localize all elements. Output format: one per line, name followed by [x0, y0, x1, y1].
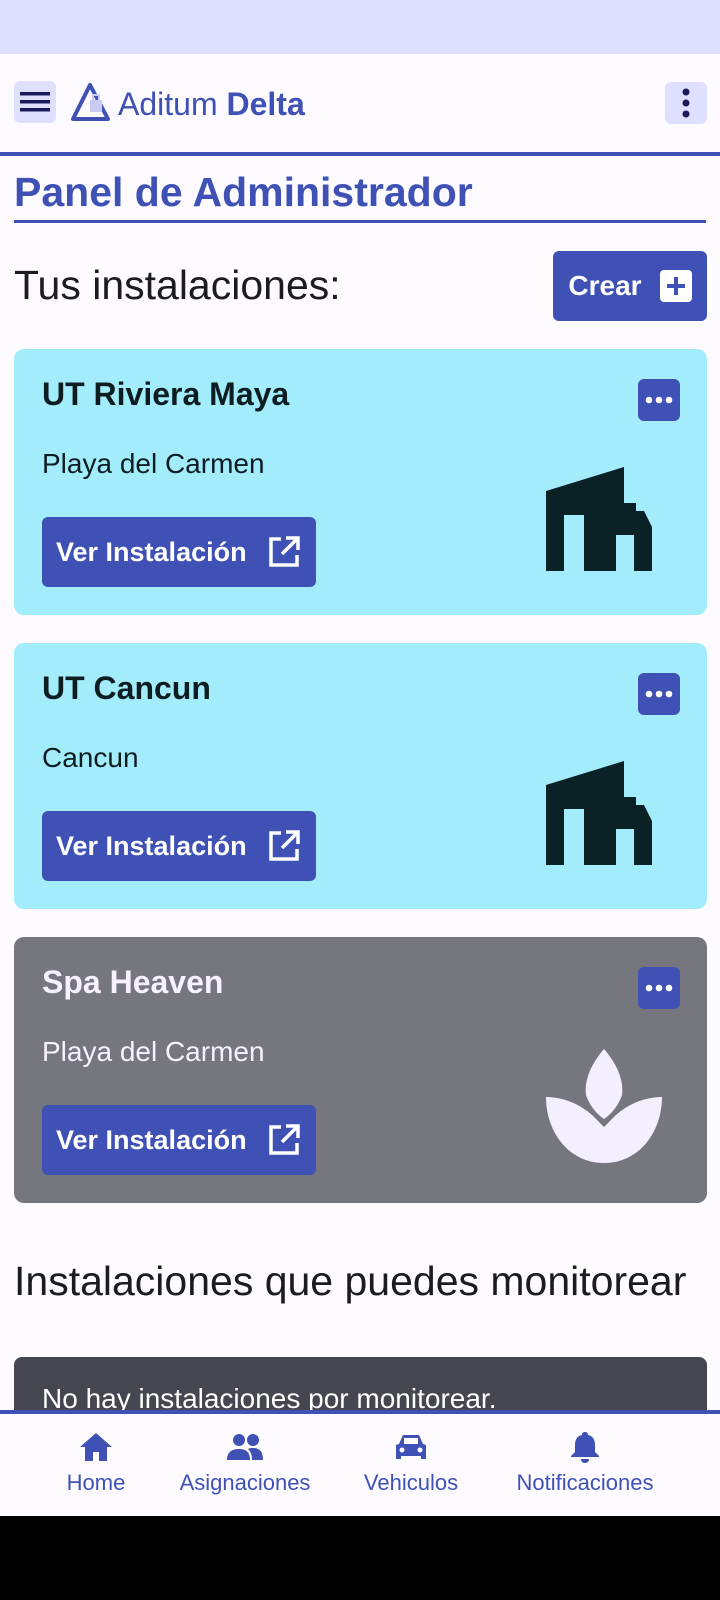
- car-icon: [396, 1435, 426, 1459]
- installation-card: UT Riviera Maya Playa del Carmen Ver Ins…: [14, 349, 707, 615]
- app-bar: Aditum Delta: [0, 54, 720, 152]
- nav-home-label: Home: [66, 1470, 126, 1495]
- installation-options-button[interactable]: [638, 967, 680, 1009]
- installation-options-button[interactable]: [638, 673, 680, 715]
- view-installation-button[interactable]: Ver Instalación: [42, 517, 316, 587]
- hamburger-menu-button[interactable]: [14, 81, 56, 123]
- nav-home[interactable]: Home: [65, 1430, 127, 1496]
- installation-options-button[interactable]: [638, 379, 680, 421]
- view-installation-button[interactable]: Ver Instalación: [42, 811, 316, 881]
- nav-vehiculos-label: Vehiculos: [363, 1470, 459, 1495]
- header-divider: [0, 152, 720, 156]
- nav-notificaciones[interactable]: Notificaciones: [513, 1430, 657, 1496]
- nav-vehiculos[interactable]: Vehiculos: [363, 1430, 459, 1496]
- installation-card: Spa Heaven Playa del Carmen Ver Instalac…: [14, 937, 707, 1203]
- view-installation-label: Ver Instalación: [56, 830, 247, 861]
- open-in-new-icon: [268, 536, 300, 567]
- create-installation-button[interactable]: Crear: [553, 251, 707, 321]
- nav-asignaciones-label: Asignaciones: [179, 1470, 311, 1495]
- create-button-label: Crear: [568, 270, 642, 301]
- plus-icon: [659, 270, 692, 302]
- more-horizontal-icon: [645, 984, 673, 992]
- more-horizontal-icon: [645, 690, 673, 698]
- installation-city: Cancun: [42, 742, 139, 773]
- installation-name: Spa Heaven: [42, 964, 224, 1000]
- overflow-menu-button[interactable]: [665, 82, 707, 124]
- installations-heading: Tus instalaciones:: [14, 262, 341, 308]
- nav-asignaciones[interactable]: Asignaciones: [178, 1430, 312, 1496]
- open-in-new-icon: [268, 1124, 300, 1155]
- spa-lotus-icon: [546, 1049, 662, 1163]
- open-in-new-icon: [268, 830, 300, 861]
- view-installation-button[interactable]: Ver Instalación: [42, 1105, 316, 1175]
- page-title: Panel de Administrador: [14, 168, 706, 223]
- home-icon: [80, 1433, 112, 1461]
- more-vertical-icon: [682, 88, 690, 118]
- app-brand: Aditum Delta: [118, 84, 305, 124]
- more-horizontal-icon: [645, 396, 673, 404]
- installation-city: Playa del Carmen: [42, 1036, 265, 1067]
- nav-notificaciones-label: Notificaciones: [516, 1470, 654, 1495]
- aditum-logo-icon: [71, 83, 110, 121]
- installation-card: UT Cancun Cancun Ver Instalación: [14, 643, 707, 909]
- installation-name: UT Cancun: [42, 670, 211, 706]
- bottom-navigation: Home Asignaciones Vehiculos Notificacion…: [0, 1410, 720, 1516]
- system-navigation-bar: [0, 1516, 720, 1600]
- view-installation-label: Ver Instalación: [56, 536, 247, 567]
- people-icon: [227, 1434, 263, 1460]
- menu-icon: [20, 92, 50, 112]
- monitor-heading: Instalaciones que puedes monitorear: [14, 1258, 687, 1304]
- bell-icon: [571, 1432, 599, 1463]
- brand-name-bold: Delta: [226, 86, 305, 122]
- view-installation-label: Ver Instalación: [56, 1124, 247, 1155]
- building-icon: [546, 761, 652, 865]
- building-icon: [546, 467, 652, 571]
- brand-name-light: Aditum: [118, 86, 218, 122]
- installation-city: Playa del Carmen: [42, 448, 265, 479]
- installation-name: UT Riviera Maya: [42, 376, 290, 412]
- status-bar: [0, 0, 720, 54]
